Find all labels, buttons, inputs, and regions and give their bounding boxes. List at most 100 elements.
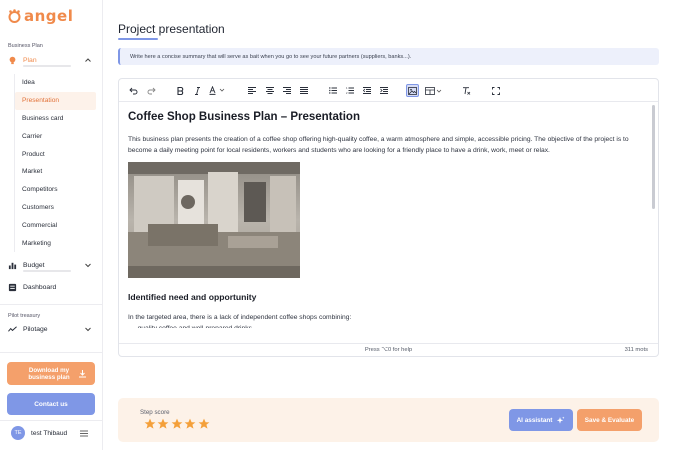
image-icon [408,86,417,95]
italic-icon [195,86,200,95]
numbered-list-icon: 12 [346,87,354,94]
redo-button[interactable] [145,84,158,97]
bullet-list-button[interactable] [326,84,339,97]
bold-button[interactable] [174,84,187,97]
page-title: Project presentation [118,22,225,36]
editor-statusbar: Press ⌥0 for help 311 mots [119,343,658,356]
sidebar-subitem-product[interactable]: Product [15,145,96,163]
align-justify-button[interactable] [297,84,310,97]
sidebar-item-dashboard[interactable]: Dashboard [8,280,96,294]
sidebar-subitem-idea[interactable]: Idea [15,74,96,92]
sidebar-subitem-market[interactable]: Market [15,163,96,181]
align-justify-icon [299,87,308,94]
chevron-down-icon[interactable] [84,261,92,269]
sidebar-subitem-customers[interactable]: Customers [15,199,96,217]
dashboard-icon [8,283,17,291]
help-hint: Press ⌥0 for help [364,347,413,353]
trend-line-icon [8,325,17,332]
sidebar-subitem-competitors[interactable]: Competitors [15,181,96,199]
section-heading: Identified need and opportunity [128,291,257,302]
sidebar-subitem-business-card[interactable]: Business card [15,110,96,128]
table-icon [425,86,442,95]
italic-button[interactable] [191,84,204,97]
user-profile[interactable]: TE test Thibaud [11,426,67,440]
document-paragraph: This business plan presents the creation… [128,136,629,155]
document-heading: Coffee Shop Business Plan – Presentation [128,111,360,123]
save-evaluate-button[interactable]: Save & Evaluate [577,409,642,431]
divider [0,304,103,305]
section-label-business-plan: Business Plan [8,43,43,49]
align-right-icon [282,87,291,94]
sidebar: angel Business Plan Plan Idea Presentati… [0,0,103,450]
app-logo[interactable]: angel [8,7,73,25]
sidebar-subitem-presentation[interactable]: Presentation [15,91,96,110]
sidebar-item-budget[interactable]: Budget [8,258,96,272]
step-score-label: Step score [140,409,170,416]
coffee-shop-image[interactable] [128,161,300,278]
star-icon [144,418,156,429]
sidebar-subitem-commercial[interactable]: Commercial [15,216,96,234]
sidebar-subitem-marketing[interactable]: Marketing [15,234,96,252]
hint-banner: Write here a concise summary that will s… [118,48,659,65]
sidebar-item-plan[interactable]: Plan [8,53,96,67]
menu-icon[interactable] [80,430,88,437]
editor-scrollbar[interactable] [652,105,655,209]
angel-logo-icon [8,9,21,23]
sidebar-item-pilotage[interactable]: Pilotage [8,322,96,336]
progress-bar [23,65,71,67]
fullscreen-icon [491,86,500,95]
section-label-pilot-treasury: Pilot treasury [8,313,41,319]
clear-formatting-icon [463,86,471,95]
text-color-dropdown[interactable] [208,84,230,97]
plan-subitems: Idea Presentation Business card Carrier … [14,74,96,252]
text-color-icon [209,86,225,95]
table-dropdown[interactable] [424,84,444,97]
align-left-icon [247,87,256,94]
outdent-button[interactable] [360,84,373,97]
ai-assistant-label: AI assistant [516,416,553,424]
sidebar-item-label: Budget [23,261,45,269]
ai-assistant-button[interactable]: AI assistant [509,409,573,431]
user-name: test Thibaud [31,429,68,437]
download-icon [79,370,86,378]
bold-icon [177,86,184,95]
download-button-label: Download my business plan [28,366,70,381]
numbered-list-button[interactable]: 12 [343,84,356,97]
step-score-panel: Step score AI assistant Save & Evaluate [118,398,659,442]
section-paragraph: In the targeted area, there is a lack of… [128,313,352,321]
sidebar-item-label: Pilotage [23,325,48,333]
rich-text-editor[interactable]: 12 Coffee Shop Business Plan – Presentat… [118,78,659,357]
chevron-down-icon[interactable] [84,325,92,333]
undo-icon [129,87,138,94]
title-underline [118,38,158,40]
word-count: 311 mots [624,347,648,353]
divider [0,352,103,353]
align-center-icon [265,87,274,94]
fullscreen-button[interactable] [489,84,502,97]
editor-content[interactable]: Coffee Shop Business Plan – Presentation… [128,111,644,328]
progress-bar [23,270,71,272]
download-business-plan-button[interactable]: Download my business plan [7,362,95,385]
star-rating [144,418,211,430]
logo-text: angel [24,7,74,25]
divider [0,420,103,421]
align-right-button[interactable] [280,84,293,97]
align-center-button[interactable] [263,84,276,97]
align-left-button[interactable] [245,84,258,97]
sidebar-item-label: Dashboard [23,283,57,291]
redo-icon [147,87,156,94]
contact-us-button[interactable]: Contact us [7,393,95,415]
svg-text:1: 1 [346,87,348,90]
indent-button[interactable] [377,84,390,97]
avatar: TE [11,426,25,440]
coffee-shop-photo-icon [128,161,300,278]
undo-button[interactable] [127,84,140,97]
sidebar-item-label: Plan [23,56,37,64]
sidebar-subitem-carrier[interactable]: Carrier [15,127,96,145]
bar-chart-icon [8,262,17,269]
insert-image-button[interactable] [406,84,419,97]
clear-formatting-button[interactable] [460,84,473,97]
star-icon [184,418,196,429]
star-icon [198,418,209,429]
chevron-up-icon[interactable] [84,56,92,64]
